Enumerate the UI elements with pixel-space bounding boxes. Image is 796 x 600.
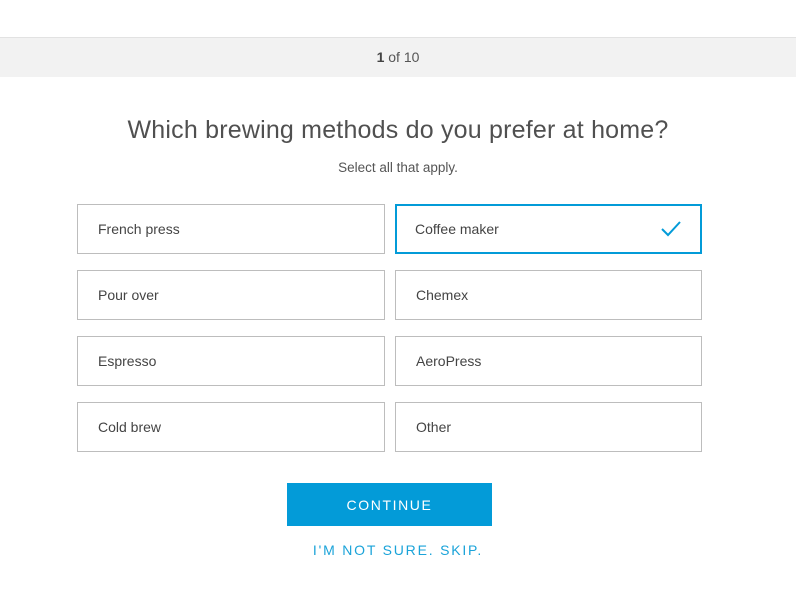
option-pour-over[interactable]: Pour over xyxy=(77,270,385,320)
progress-indicator: 1 of 10 xyxy=(0,37,796,77)
progress-total: 10 xyxy=(403,49,420,65)
option-label: French press xyxy=(98,221,180,237)
question-title: Which brewing methods do you prefer at h… xyxy=(127,116,669,144)
option-label: Coffee maker xyxy=(415,221,499,237)
option-other[interactable]: Other xyxy=(395,402,702,452)
option-label: Chemex xyxy=(416,287,469,303)
option-cold-brew[interactable]: Cold brew xyxy=(77,402,385,452)
skip-link[interactable]: I'M NOT SURE. SKIP. xyxy=(0,542,796,558)
question-subtitle: Select all that apply. xyxy=(338,160,458,175)
option-label: AeroPress xyxy=(416,353,482,369)
option-aeropress[interactable]: AeroPress xyxy=(395,336,702,386)
option-coffee-maker[interactable]: Coffee maker xyxy=(395,204,702,254)
option-chemex[interactable]: Chemex xyxy=(395,270,702,320)
checkmark-icon xyxy=(661,221,681,237)
option-label: Other xyxy=(416,419,452,435)
continue-button[interactable]: CONTINUE xyxy=(287,483,492,526)
progress-separator: of xyxy=(384,49,404,65)
option-french-press[interactable]: French press xyxy=(77,204,385,254)
option-label: Pour over xyxy=(98,287,159,303)
option-label: Espresso xyxy=(98,353,157,369)
option-espresso[interactable]: Espresso xyxy=(77,336,385,386)
option-label: Cold brew xyxy=(98,419,162,435)
